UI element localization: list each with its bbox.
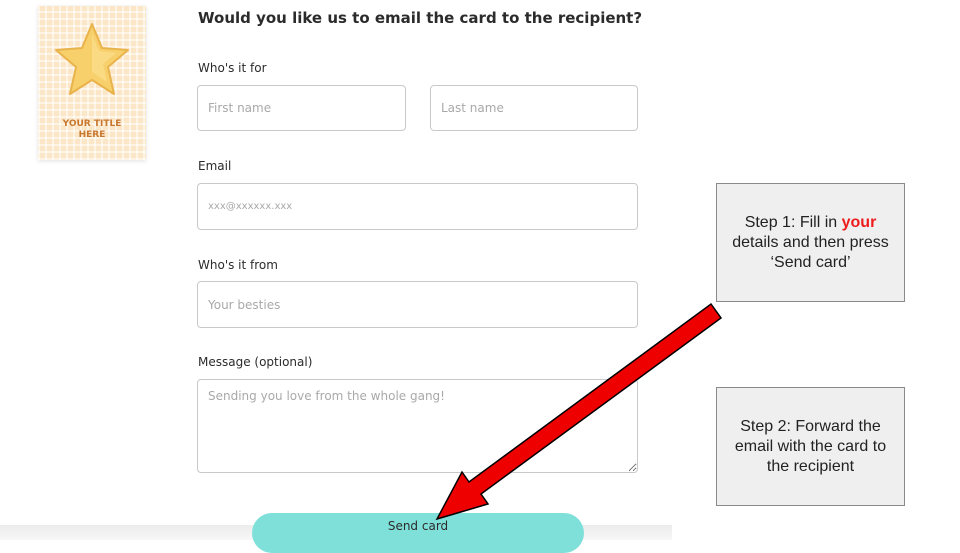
pointer-arrow: [435, 302, 723, 521]
pointer-arrow-shape: [435, 302, 723, 521]
